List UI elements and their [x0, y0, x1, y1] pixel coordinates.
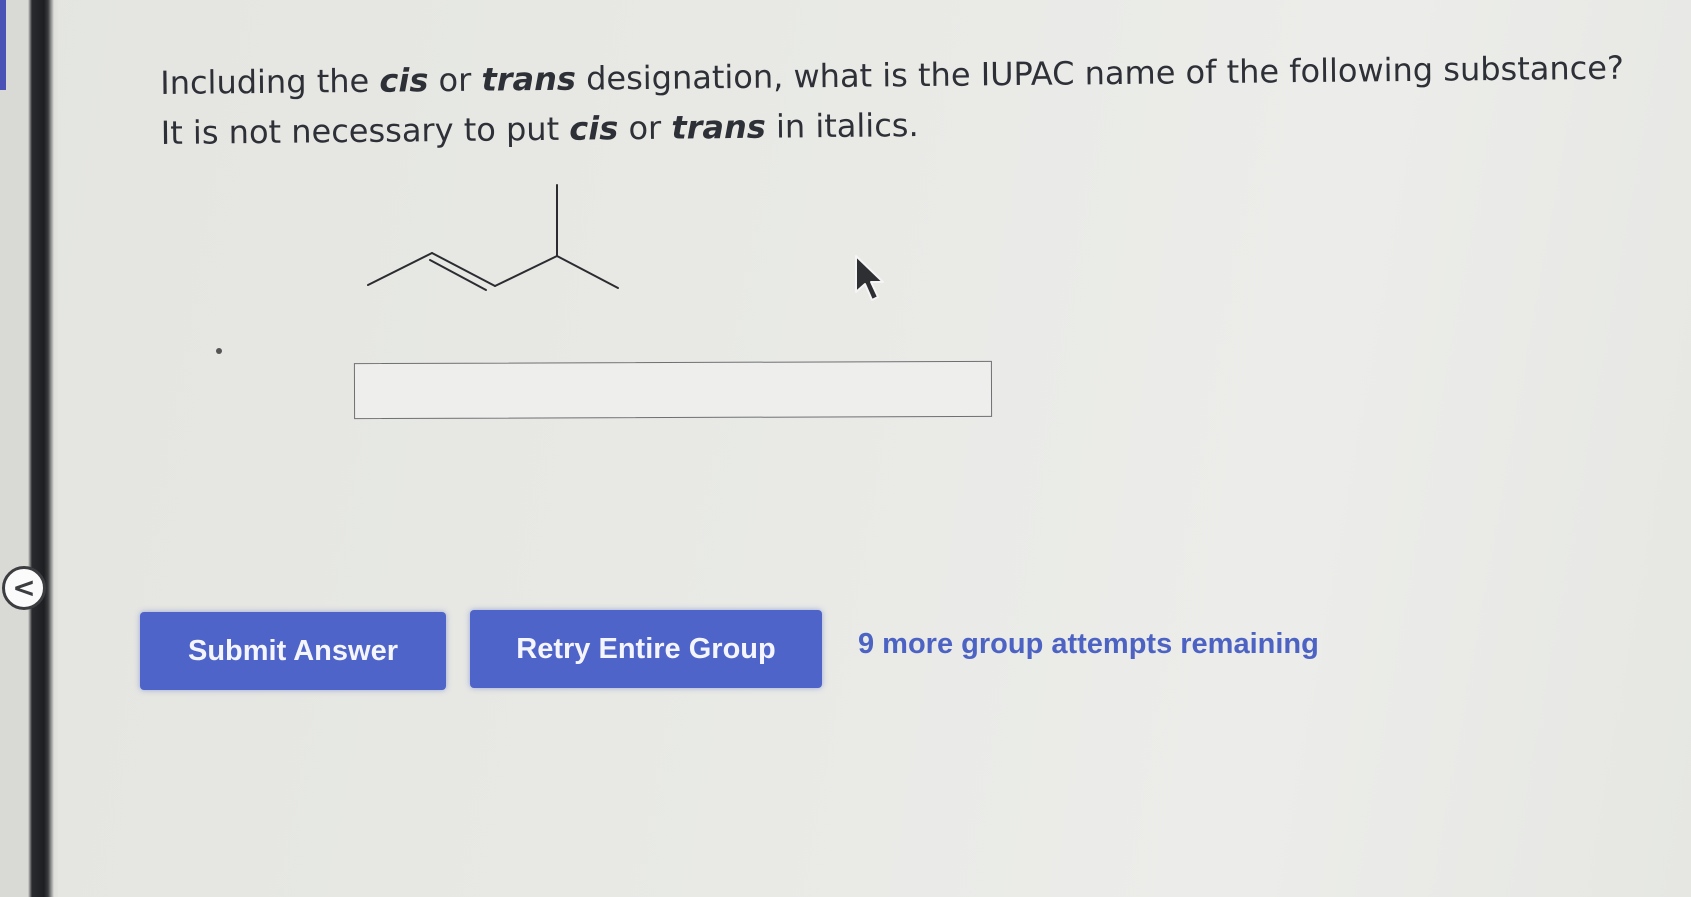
submit-answer-label: Submit Answer [187, 634, 398, 667]
molecule-structure-diagram [367, 184, 619, 291]
bond-c2-c3-double-outer [431, 252, 496, 287]
retry-entire-group-button[interactable]: Retry Entire Group [470, 610, 822, 688]
bond-c4-c5 [556, 255, 619, 289]
left-sidebar-edge [0, 0, 58, 897]
chevron-left-icon[interactable]: < [2, 566, 46, 610]
collapse-glyph: < [12, 571, 36, 604]
bond-c2-c3-double-inner [429, 259, 487, 291]
question-text: Including the cis or trans designation, … [160, 42, 1691, 158]
attempts-remaining-text: 9 more group attempts remaining [858, 628, 1319, 660]
bond-c1-c2 [367, 252, 433, 286]
mouse-pointer-icon [855, 255, 884, 301]
submit-answer-button[interactable]: Submit Answer [140, 612, 446, 690]
stray-dot [216, 348, 222, 354]
answer-input[interactable] [353, 360, 993, 420]
retry-entire-group-label: Retry Entire Group [516, 632, 776, 665]
bond-c3-c4 [494, 255, 558, 287]
